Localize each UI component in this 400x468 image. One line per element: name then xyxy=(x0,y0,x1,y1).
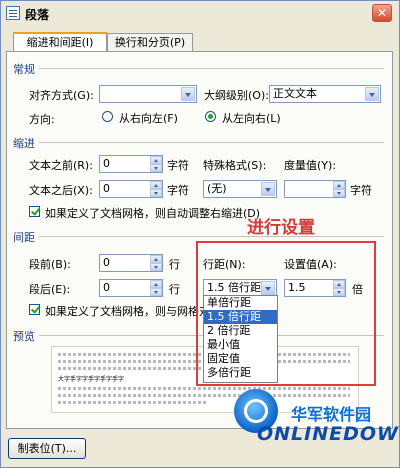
tab-stops-button[interactable]: 制表位(T)... xyxy=(8,438,86,459)
section-divider xyxy=(39,142,384,143)
rtl-radio-label: 从右向左(F) xyxy=(119,112,178,125)
indent-before-label: 文本之前(R): xyxy=(29,159,93,172)
section-indent-label: 缩进 xyxy=(13,137,35,150)
measure-input[interactable] xyxy=(284,180,346,198)
section-spacing-label: 间距 xyxy=(13,231,35,244)
indent-after-label: 文本之后(X): xyxy=(29,184,93,197)
spinner-icon[interactable] xyxy=(333,181,345,197)
line-spacing-dropdown-list[interactable]: 单倍行距 1.5 倍行距 2 倍行距 最小值 固定值 多倍行距 xyxy=(203,295,278,383)
direction-label: 方向: xyxy=(29,113,55,126)
line-spacing-option[interactable]: 固定值 xyxy=(204,352,277,366)
indent-after-input[interactable]: 0 xyxy=(99,180,163,198)
alignment-label: 对齐方式(G): xyxy=(29,89,94,102)
ltr-radio-label: 从左向右(L) xyxy=(222,112,281,125)
tab-indent-spacing[interactable]: 缩进和间距(I) xyxy=(13,32,107,52)
paragraph-dialog: 段落 ✕ 缩进和间距(I) 换行和分页(P) 常规 对齐方式(G): 大纲级别(… xyxy=(0,0,400,468)
section-general-label: 常规 xyxy=(13,63,35,76)
spacing-grid-label: 如果定义了文档网格，则与网格对 xyxy=(45,305,210,318)
rtl-radio[interactable] xyxy=(102,111,113,122)
indent-grid-label: 如果定义了文档网格，则自动调整右缩进(D) xyxy=(45,207,261,220)
spinner-icon[interactable] xyxy=(150,255,162,271)
spacing-grid-checkbox[interactable] xyxy=(29,304,40,315)
indent-unit-label: 字符 xyxy=(167,184,189,197)
spacing-unit-label: 行 xyxy=(169,258,180,271)
indent-grid-checkbox[interactable] xyxy=(29,206,40,217)
watermark-bottom-text: ONLINEDOWN.NET xyxy=(257,423,399,445)
section-divider xyxy=(39,236,384,237)
special-format-label: 特殊格式(S): xyxy=(203,159,267,172)
chevron-down-icon[interactable] xyxy=(365,87,379,101)
spinner-icon[interactable] xyxy=(150,156,162,172)
tab-line-page-breaks[interactable]: 换行和分页(P) xyxy=(107,33,193,51)
outline-level-select[interactable]: 正文文本 xyxy=(269,85,381,103)
dialog-title: 段落 xyxy=(25,8,50,22)
line-spacing-option[interactable]: 单倍行距 xyxy=(204,296,277,310)
preview-sample-text: 大字手字字手字手字手字 xyxy=(58,376,125,383)
spacing-unit-label: 行 xyxy=(169,283,180,296)
measure-unit-label: 字符 xyxy=(350,184,372,197)
spacing-before-label: 段前(B): xyxy=(29,258,71,271)
spacing-after-input[interactable]: 0 xyxy=(99,279,163,297)
special-format-select[interactable]: (无) xyxy=(203,180,277,198)
close-button[interactable]: ✕ xyxy=(372,4,392,22)
chevron-down-icon[interactable] xyxy=(261,182,275,196)
section-divider xyxy=(39,68,384,69)
chevron-down-icon[interactable] xyxy=(181,87,195,101)
spacing-after-label: 段后(E): xyxy=(29,283,71,296)
line-spacing-option[interactable]: 1.5 倍行距 xyxy=(204,310,277,324)
indent-before-input[interactable]: 0 xyxy=(99,155,163,173)
title-bar: 段落 ✕ xyxy=(1,1,399,25)
section-preview-label: 预览 xyxy=(13,330,35,343)
spinner-icon[interactable] xyxy=(150,280,162,296)
watermark-top-text: 华军软件园 xyxy=(291,405,372,424)
document-icon xyxy=(6,6,20,20)
line-spacing-option[interactable]: 多倍行距 xyxy=(204,366,277,380)
measure-label: 度量值(Y): xyxy=(284,159,337,172)
ltr-radio[interactable] xyxy=(205,111,216,122)
indent-unit-label: 字符 xyxy=(167,159,189,172)
annotation-text: 进行设置 xyxy=(247,218,315,238)
outline-level-label: 大纲级别(O): xyxy=(204,89,269,102)
alignment-select[interactable] xyxy=(99,85,197,103)
line-spacing-option[interactable]: 2 倍行距 xyxy=(204,324,277,338)
line-spacing-option[interactable]: 最小值 xyxy=(204,338,277,352)
spacing-before-input[interactable]: 0 xyxy=(99,254,163,272)
spinner-icon[interactable] xyxy=(150,181,162,197)
